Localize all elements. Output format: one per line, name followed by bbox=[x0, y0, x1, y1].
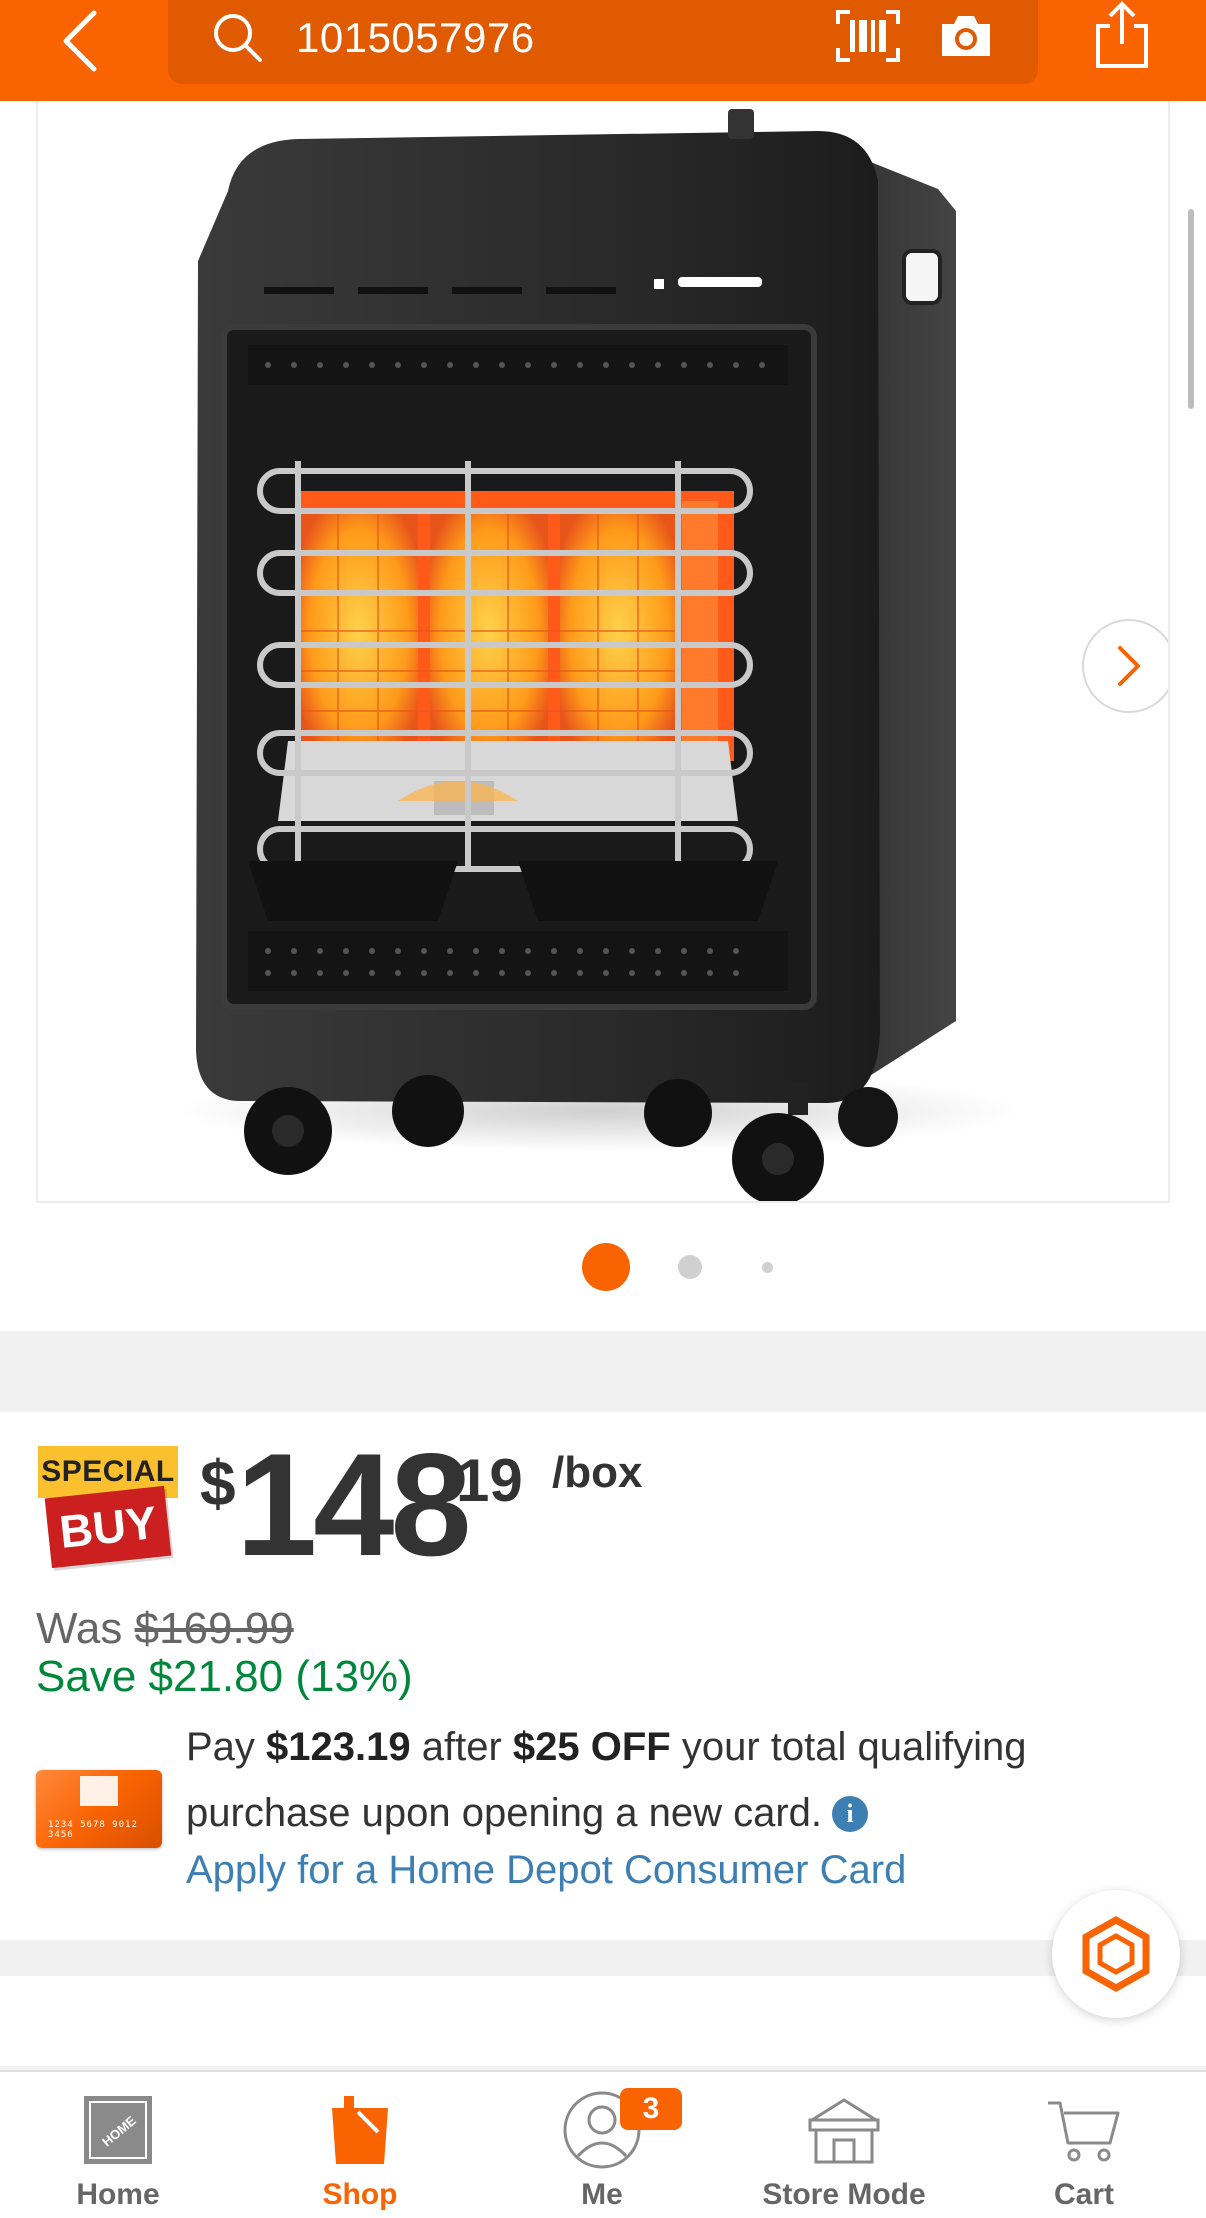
store-icon bbox=[804, 2090, 884, 2170]
chevron-right-icon bbox=[1118, 646, 1140, 686]
top-header: 1015057976 bbox=[0, 0, 1206, 101]
was-price-value: $169.99 bbox=[134, 1604, 294, 1653]
gallery-dot-active[interactable] bbox=[582, 1243, 630, 1291]
hexagon-assistant-icon bbox=[1082, 1915, 1150, 1993]
product-gallery bbox=[0, 101, 1206, 1331]
camera-icon[interactable] bbox=[938, 12, 994, 60]
shop-bucket-icon bbox=[320, 2090, 400, 2170]
notification-badge: 3 bbox=[620, 2088, 682, 2130]
nav-home-label: Home bbox=[76, 2178, 160, 2211]
chat-assistant-button[interactable] bbox=[1052, 1890, 1180, 2018]
scrollbar[interactable] bbox=[1188, 209, 1194, 409]
gallery-dot[interactable] bbox=[762, 1262, 773, 1273]
share-button[interactable] bbox=[1090, 0, 1154, 72]
gallery-dot[interactable] bbox=[678, 1255, 702, 1279]
nav-cart-label: Cart bbox=[1053, 2178, 1114, 2211]
nav-cart[interactable]: Cart bbox=[984, 2072, 1184, 2218]
gallery-pagination bbox=[0, 1243, 1206, 1291]
search-query-text[interactable]: 1015057976 bbox=[296, 14, 535, 62]
offer-text-2: after bbox=[410, 1725, 513, 1769]
card-number-graphic: 1234 5678 9012 3456 bbox=[48, 1820, 138, 1840]
product-page: 1015057976 SPECIAL BUY $ 148 19 /box Was… bbox=[0, 0, 1206, 2218]
was-price: Was $169.99 bbox=[36, 1604, 294, 1654]
bottom-navigation: HOME Home Shop 3 Me Store Mode Cart bbox=[0, 2070, 1206, 2218]
info-icon[interactable]: i bbox=[832, 1796, 869, 1832]
offer-amount: $123.19 bbox=[266, 1725, 411, 1769]
back-icon bbox=[63, 10, 97, 72]
barcode-icon[interactable] bbox=[836, 10, 900, 62]
next-section-card bbox=[0, 1976, 1206, 2066]
heater-illustration bbox=[178, 109, 1018, 1201]
back-button[interactable] bbox=[50, 6, 110, 76]
home-depot-card-logo bbox=[80, 1776, 118, 1806]
nav-store-mode[interactable]: Store Mode bbox=[744, 2072, 944, 2218]
cart-icon bbox=[1044, 2090, 1124, 2170]
offer-text-1: Pay bbox=[186, 1725, 267, 1769]
special-buy-badge: SPECIAL BUY bbox=[38, 1446, 178, 1570]
share-icon bbox=[1096, 1, 1148, 68]
price-cents: 19 bbox=[456, 1447, 523, 1514]
nav-home[interactable]: HOME Home bbox=[18, 2072, 218, 2218]
next-image-button[interactable] bbox=[1082, 619, 1168, 713]
price-dollars: 148 bbox=[236, 1423, 472, 1586]
nav-shop[interactable]: Shop bbox=[260, 2072, 460, 2218]
price-unit: /box bbox=[552, 1448, 643, 1497]
nav-store-mode-label: Store Mode bbox=[762, 2178, 926, 2211]
card-offer-text: Pay $123.19 after $25 OFF your total qua… bbox=[186, 1714, 1176, 1846]
nav-me-label: Me bbox=[581, 2178, 623, 2211]
price-section: SPECIAL BUY $ 148 19 /box Was $169.99 Sa… bbox=[0, 1412, 1206, 1940]
was-label: Was bbox=[36, 1604, 123, 1653]
credit-card-image: 1234 5678 9012 3456 bbox=[36, 1770, 162, 1848]
special-buy-bottom: BUY bbox=[44, 1485, 172, 1569]
search-bar[interactable]: 1015057976 bbox=[168, 0, 1038, 84]
product-image[interactable] bbox=[36, 101, 1170, 1203]
savings-text: Save $21.80 (13%) bbox=[36, 1652, 413, 1701]
nav-shop-label: Shop bbox=[322, 2178, 398, 2211]
price-currency: $ bbox=[200, 1447, 236, 1519]
search-icon bbox=[214, 14, 262, 62]
offer-discount: $25 OFF bbox=[512, 1725, 671, 1769]
nav-me[interactable]: 3 Me bbox=[502, 2072, 702, 2218]
home-depot-logo-icon: HOME bbox=[78, 2090, 158, 2170]
apply-card-link[interactable]: Apply for a Home Depot Consumer Card bbox=[186, 1848, 906, 1893]
